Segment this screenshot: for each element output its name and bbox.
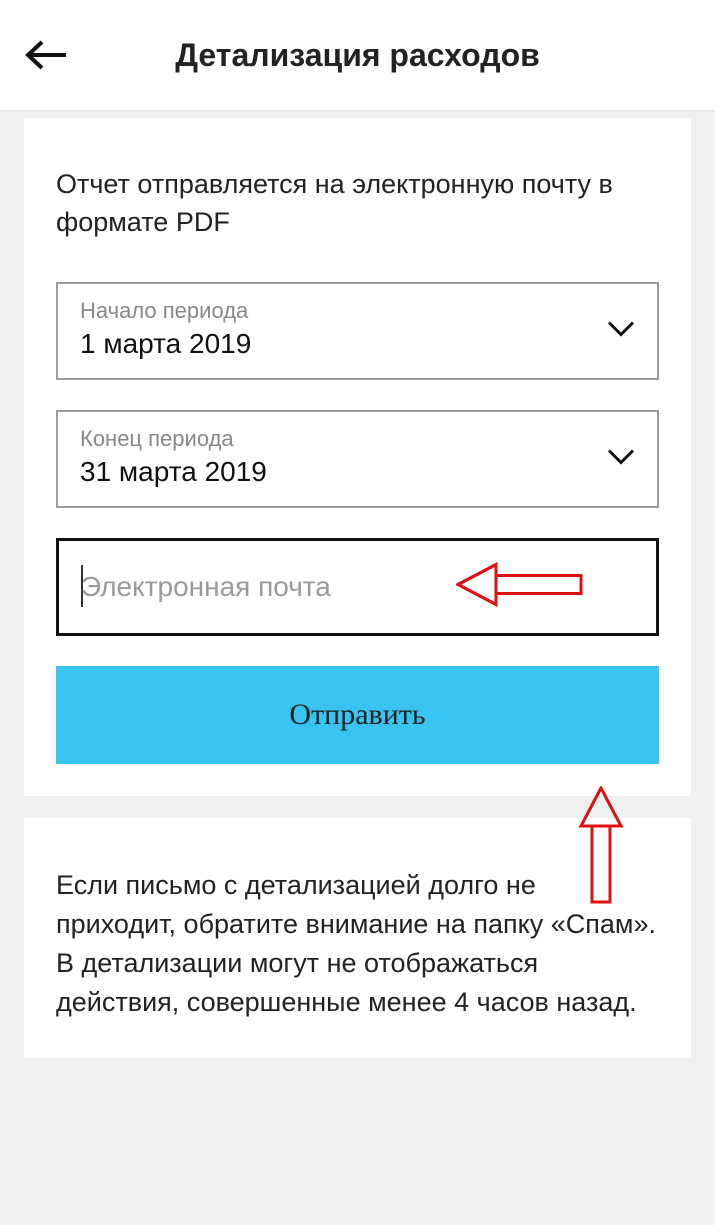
annotation-arrow-left-icon	[456, 559, 586, 614]
email-input[interactable]: Электронная почта	[56, 538, 659, 636]
form-card: Отчет отправляется на электронную почту …	[24, 118, 691, 796]
start-period-label: Начало периода	[80, 298, 635, 324]
text-cursor	[81, 565, 83, 607]
chevron-down-icon	[607, 320, 635, 341]
end-period-selector[interactable]: Конец периода 31 марта 2019	[56, 410, 659, 508]
form-description: Отчет отправляется на электронную почту …	[56, 166, 659, 242]
submit-button[interactable]: Отправить	[56, 666, 659, 764]
note-card: Если письмо с детализацией долго не прих…	[24, 818, 691, 1059]
email-placeholder: Электронная почта	[81, 571, 331, 602]
note-text: Если письмо с детализацией долго не прих…	[56, 866, 659, 1023]
page-title: Детализация расходов	[24, 37, 691, 74]
start-period-value: 1 марта 2019	[80, 328, 635, 360]
start-period-selector[interactable]: Начало периода 1 марта 2019	[56, 282, 659, 380]
end-period-value: 31 марта 2019	[80, 456, 635, 488]
end-period-label: Конец периода	[80, 426, 635, 452]
chevron-down-icon	[607, 448, 635, 469]
app-header: Детализация расходов	[0, 0, 715, 112]
